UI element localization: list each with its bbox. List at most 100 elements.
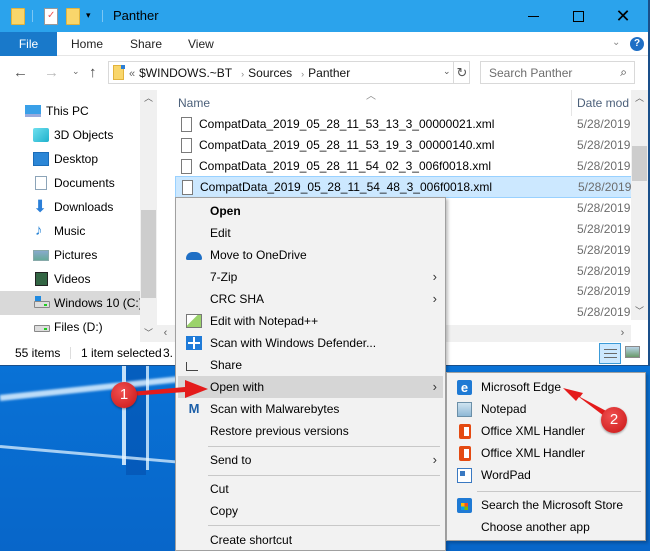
scroll-right-icon[interactable]: ›: [614, 325, 631, 342]
menu-item-restore-previous-versions[interactable]: Restore previous versions: [178, 420, 443, 442]
up-button[interactable]: ↑: [89, 64, 97, 81]
sidebar-item-desktop[interactable]: Desktop: [0, 147, 140, 171]
sidebar-item-label: Files (D:): [54, 320, 103, 334]
menu-item-label: Office XML Handler: [481, 446, 586, 460]
folder-properties-icon[interactable]: [11, 8, 25, 25]
menu-item-label: Scan with Windows Defender...: [210, 336, 377, 350]
file-icon: [181, 138, 192, 153]
checkmark-icon: ✓: [47, 10, 56, 21]
refresh-button[interactable]: ↻: [453, 61, 470, 84]
menu-item-edit-with-notepad-plus-plus[interactable]: Edit with Notepad++: [178, 310, 443, 332]
column-divider[interactable]: [571, 90, 572, 116]
address-bar[interactable]: « $WINDOWS.~BT › Sources › Panther: [108, 61, 470, 84]
choose-another-app[interactable]: Choose another app: [449, 516, 643, 538]
file-icon: [181, 159, 192, 174]
menu-item-cut[interactable]: Cut: [178, 478, 443, 500]
menu-item-share[interactable]: Share: [178, 354, 443, 376]
maximize-button[interactable]: [555, 0, 601, 32]
file-list-scrollbar[interactable]: ︿ ﹀: [631, 90, 648, 320]
tab-share[interactable]: Share: [130, 32, 162, 56]
new-folder-icon[interactable]: [66, 8, 80, 25]
navigation-bar: ← → ⌄ ↑ «$WINDOWS.~BT › Sources › Panther ⌄ …: [0, 56, 648, 90]
tab-file[interactable]: File: [0, 32, 57, 56]
sidebar-item-downloads[interactable]: ⬇ Downloads: [0, 195, 140, 219]
forward-button[interactable]: →: [44, 64, 59, 81]
open-with-microsoft-edge[interactable]: e Microsoft Edge: [449, 376, 643, 398]
sidebar-item-documents[interactable]: Documents: [0, 171, 140, 195]
file-row[interactable]: CompatData_2019_05_28_11_54_02_3_006f001…: [175, 156, 631, 178]
breadcrumb-overflow[interactable]: «: [129, 68, 135, 80]
breadcrumb-item[interactable]: Sources: [248, 66, 292, 80]
expand-ribbon-icon[interactable]: ⌄: [612, 37, 620, 48]
sidebar-item-pictures[interactable]: Pictures: [0, 243, 140, 267]
menu-item-scan-windows-defender[interactable]: Scan with Windows Defender...: [178, 332, 443, 354]
sidebar-item-videos[interactable]: Videos: [0, 267, 140, 291]
details-view-icon: [604, 353, 617, 354]
column-header-date[interactable]: Date mod: [577, 96, 629, 110]
file-date: 5/28/2019: [577, 264, 631, 278]
details-view-button[interactable]: [599, 343, 621, 364]
customize-quick-access-icon[interactable]: ▾: [86, 10, 91, 21]
breadcrumb-item[interactable]: $WINDOWS.~BT: [139, 66, 232, 80]
menu-item-7zip[interactable]: 7-Zip ›: [178, 266, 443, 288]
search-input[interactable]: Search Panther ⌕: [480, 61, 635, 84]
menu-item-edit[interactable]: Edit: [178, 222, 443, 244]
breadcrumb-separator-icon[interactable]: ›: [241, 69, 244, 79]
menu-item-open[interactable]: Open: [178, 200, 443, 222]
large-icons-view-button[interactable]: [625, 346, 640, 358]
wallpaper-light-beam: [0, 376, 180, 401]
column-header-name[interactable]: Name: [178, 96, 210, 110]
submenu-arrow-icon: ›: [432, 291, 437, 306]
recent-locations-button[interactable]: ⌄: [72, 66, 80, 77]
sidebar-item-this-pc[interactable]: This PC: [0, 99, 140, 123]
details-view-icon: [604, 349, 617, 350]
scroll-down-icon[interactable]: ﹀: [631, 303, 648, 320]
help-icon[interactable]: ?: [630, 37, 644, 51]
properties-check-icon[interactable]: ✓: [44, 8, 58, 25]
menu-item-label: Edit: [210, 226, 231, 240]
menu-item-send-to[interactable]: Send to ›: [178, 449, 443, 471]
menu-item-label: Office XML Handler: [481, 424, 586, 438]
wordpad-icon: [457, 468, 472, 483]
sidebar-item-music[interactable]: ♪ Music: [0, 219, 140, 243]
address-dropdown-icon[interactable]: ⌄: [443, 66, 451, 77]
file-row-selected[interactable]: CompatData_2019_05_28_11_54_48_3_006f001…: [175, 176, 631, 198]
menu-item-move-to-onedrive[interactable]: Move to OneDrive: [178, 244, 443, 266]
navigation-pane: This PC 3D Objects Desktop Documents ⬇ D…: [0, 90, 143, 342]
open-with-wordpad[interactable]: WordPad: [449, 464, 643, 486]
sidebar-item-files-drive[interactable]: Files (D:): [0, 315, 140, 339]
sidebar-item-3d-objects[interactable]: 3D Objects: [0, 123, 140, 147]
sidebar-item-label: Windows 10 (C:): [54, 296, 143, 310]
scroll-down-icon[interactable]: ﹀: [140, 325, 157, 342]
scroll-up-icon[interactable]: ︿: [140, 90, 157, 107]
menu-item-scan-malwarebytes[interactable]: M Scan with Malwarebytes: [178, 398, 443, 420]
file-name: CompatData_2019_05_28_11_54_48_3_006f001…: [200, 180, 493, 194]
menu-item-open-with[interactable]: Open with ›: [178, 376, 443, 398]
search-microsoft-store[interactable]: Search the Microsoft Store: [449, 494, 643, 516]
close-button[interactable]: ✕: [600, 0, 646, 32]
breadcrumb-separator-icon[interactable]: ›: [301, 69, 304, 79]
tab-home[interactable]: Home: [71, 32, 103, 56]
open-with-office-xml-handler[interactable]: Office XML Handler: [449, 442, 643, 464]
minimize-button[interactable]: [510, 0, 556, 32]
scrollbar-thumb[interactable]: [632, 146, 647, 181]
menu-item-label: CRC SHA: [210, 292, 265, 306]
wallpaper-window-frame: [122, 365, 126, 465]
menu-item-copy[interactable]: Copy: [178, 500, 443, 522]
back-button[interactable]: ←: [13, 64, 28, 81]
tab-view[interactable]: View: [188, 32, 214, 56]
file-row[interactable]: CompatData_2019_05_28_11_53_13_3_0000002…: [175, 114, 631, 136]
scroll-up-icon[interactable]: ︿: [631, 90, 648, 107]
wallpaper-light-beam: [0, 445, 180, 464]
notepad-icon: [457, 402, 472, 417]
menu-item-crc-sha[interactable]: CRC SHA ›: [178, 288, 443, 310]
sidebar-item-windows-drive[interactable]: Windows 10 (C:): [0, 291, 143, 315]
file-row[interactable]: CompatData_2019_05_28_11_53_19_3_0000014…: [175, 135, 631, 157]
scroll-left-icon[interactable]: ‹: [157, 325, 174, 342]
edge-icon: e: [457, 380, 472, 395]
scrollbar-thumb[interactable]: [141, 210, 156, 298]
breadcrumb-item[interactable]: Panther: [308, 66, 350, 80]
search-icon: ⌕: [620, 65, 627, 79]
menu-item-create-shortcut[interactable]: Create shortcut: [178, 529, 443, 551]
navigation-pane-scrollbar[interactable]: ︿ ﹀: [140, 90, 157, 342]
